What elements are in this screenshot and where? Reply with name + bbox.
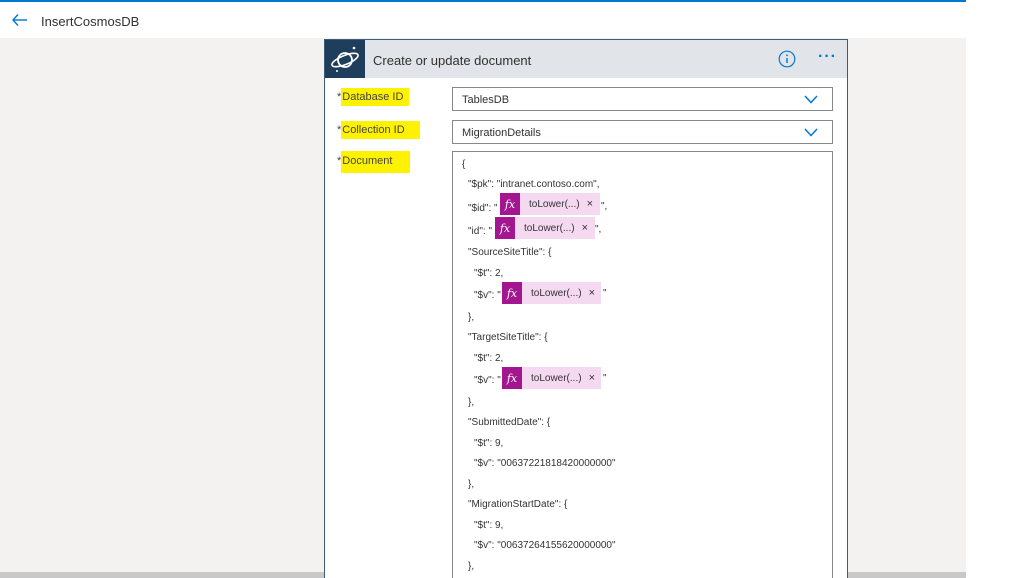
flow-title: InsertCosmosDB [41, 14, 140, 29]
chevron-down-icon [804, 95, 818, 104]
expression-token[interactable]: fx toLower(...) × [495, 217, 595, 239]
doc-line: "$v": "00637221818420000000" [474, 458, 616, 469]
close-icon[interactable]: × [587, 198, 593, 210]
doc-line: "SubmittedDate": { [468, 417, 551, 428]
back-button[interactable] [10, 10, 30, 30]
arrow-left-icon [12, 14, 27, 26]
doc-line: "$pk": "intranet.contoso.com", [468, 179, 600, 190]
chevron-down-icon [804, 128, 818, 137]
card-header[interactable]: Create or update document ··· [325, 40, 847, 78]
token-label: toLower(...) [530, 372, 582, 384]
doc-line: }, [468, 312, 475, 323]
document-editor[interactable]: { "$pk": "intranet.contoso.com", "$id": … [452, 151, 833, 578]
app-header: InsertCosmosDB [0, 2, 966, 38]
doc-line: " [603, 288, 607, 299]
function-icon: fx [502, 282, 522, 304]
doc-line: "$v": "00637264155620000000" [474, 540, 616, 551]
doc-line: " [603, 373, 607, 384]
database-id-label-text: Database ID [341, 88, 410, 106]
document-label-text: Document [341, 151, 411, 173]
doc-line: "$t": 9, [474, 438, 504, 449]
doc-line: "$v": " [474, 290, 501, 301]
token-label: toLower(...) [529, 198, 580, 210]
doc-line: "SourceSiteTitle": { [468, 247, 552, 258]
more-options-icon[interactable]: ··· [818, 48, 840, 68]
action-card: Create or update document ··· *Database … [324, 39, 848, 578]
doc-line: { [462, 159, 466, 170]
doc-line: }, [468, 479, 475, 490]
document-label: *Document [337, 151, 411, 173]
doc-line: "$t": 2, [474, 268, 504, 279]
database-id-value: TablesDB [462, 94, 510, 106]
function-icon: fx [495, 217, 515, 239]
card-title: Create or update document [373, 53, 532, 68]
right-margin [966, 0, 1024, 578]
cosmos-planet-icon [325, 40, 365, 78]
doc-line: "id": " [468, 226, 492, 237]
doc-line: }, [468, 397, 475, 408]
close-icon[interactable]: × [589, 287, 595, 299]
doc-line: "$t": 9, [474, 520, 504, 531]
function-icon: fx [502, 367, 522, 389]
close-icon[interactable]: × [589, 372, 595, 384]
collection-id-select[interactable]: MigrationDetails [452, 120, 833, 144]
database-id-label: *Database ID [337, 88, 410, 106]
token-label: toLower(...) [530, 287, 582, 299]
doc-line: "$v": " [474, 375, 501, 386]
close-icon[interactable]: × [582, 222, 588, 234]
doc-line: }, [468, 561, 475, 572]
collection-id-label: *Collection ID [337, 121, 420, 139]
doc-line: "$id": " [468, 203, 498, 214]
expression-token[interactable]: fx toLower(...) × [500, 193, 600, 215]
token-label: toLower(...) [524, 222, 575, 234]
doc-line: ", [601, 201, 608, 212]
collection-id-label-text: Collection ID [341, 121, 420, 139]
collection-id-value: MigrationDetails [462, 127, 541, 139]
info-icon[interactable] [778, 50, 796, 68]
doc-line: "MigrationStartDate": { [468, 499, 568, 510]
database-id-select[interactable]: TablesDB [452, 87, 833, 111]
function-icon: fx [500, 193, 520, 215]
doc-line: "TargetSiteTitle": { [468, 332, 548, 343]
expression-token[interactable]: fx toLower(...) × [502, 367, 601, 389]
expression-token[interactable]: fx toLower(...) × [502, 282, 601, 304]
doc-line: ", [595, 224, 602, 235]
doc-line: "$t": 2, [474, 353, 504, 364]
